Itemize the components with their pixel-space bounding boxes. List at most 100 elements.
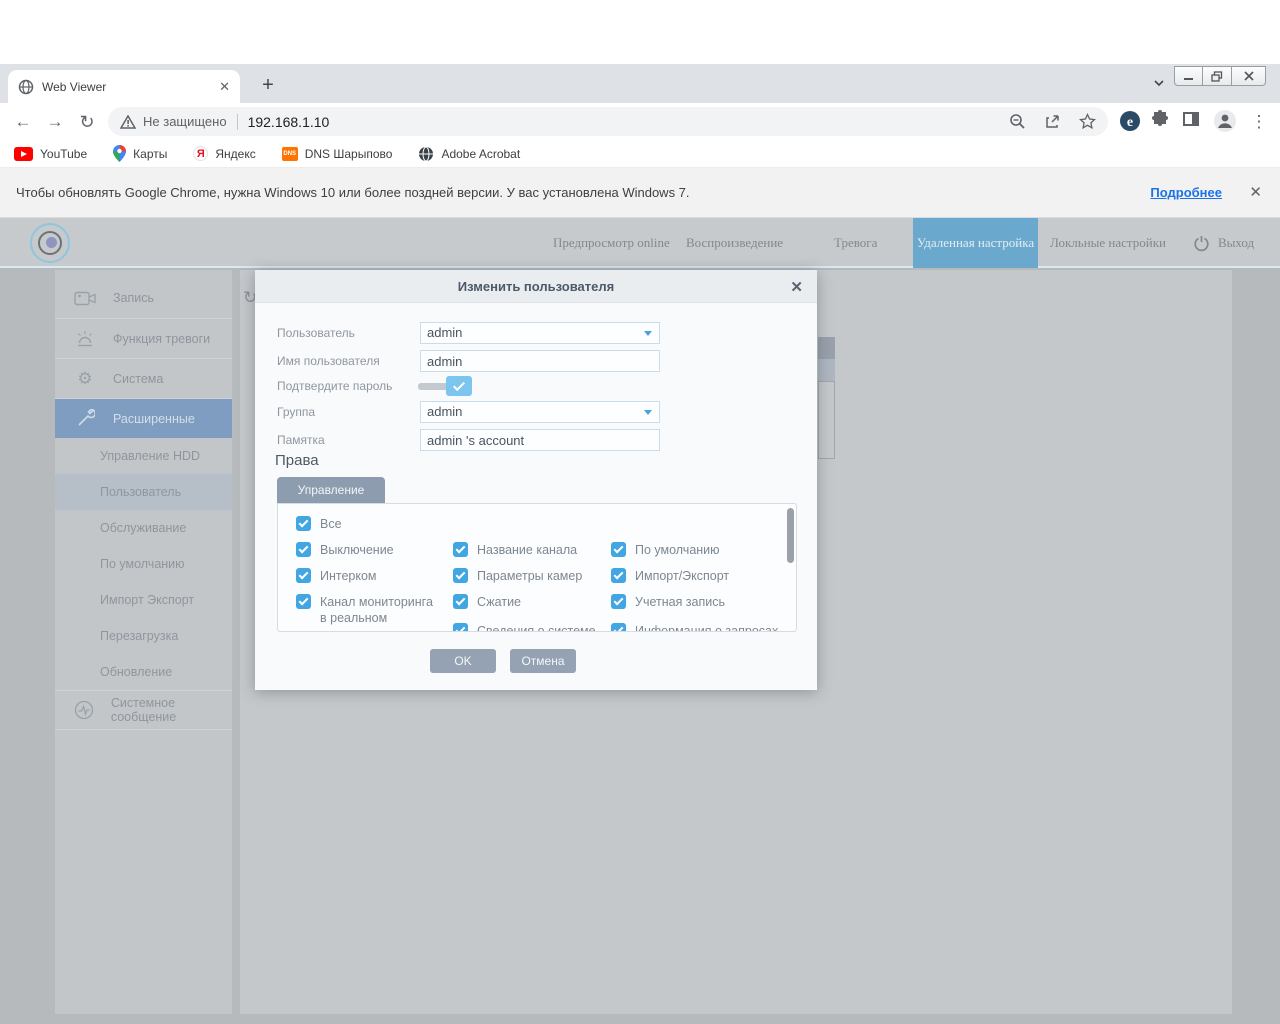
rights-heading: Права	[275, 452, 319, 469]
sidebar-item-reboot[interactable]: Перезагрузка	[55, 618, 232, 654]
checkbox-checked-icon[interactable]	[453, 623, 468, 632]
group-select[interactable]: admin	[420, 401, 660, 423]
dialog-close-icon[interactable]: ✕	[790, 278, 803, 296]
perm-import-export[interactable]: Импорт/Экспорт	[611, 568, 729, 584]
url-text[interactable]: 192.168.1.10	[248, 114, 991, 130]
cancel-button[interactable]: Отмена	[510, 649, 576, 673]
new-tab-button[interactable]: +	[254, 72, 282, 100]
perm-all[interactable]: Все	[296, 516, 342, 532]
svg-text:e: e	[1127, 115, 1133, 130]
rights-tab-management[interactable]: Управление	[277, 477, 385, 503]
tab-strip: Web Viewer ✕ +	[0, 64, 1280, 103]
nav-playback[interactable]: Воспроизведение	[686, 218, 783, 268]
checkbox-checked-icon[interactable]	[296, 516, 311, 531]
sidebar-item-advanced[interactable]: Расширенные	[55, 398, 232, 438]
alarm-icon	[73, 330, 97, 348]
checkbox-checked-icon[interactable]	[296, 568, 311, 583]
checkbox-checked-icon[interactable]	[611, 568, 626, 583]
memo-label: Памятка	[277, 433, 325, 447]
tab-title: Web Viewer	[42, 80, 219, 94]
checkbox-checked-icon[interactable]	[611, 623, 626, 632]
banner-close-icon[interactable]: ✕	[1249, 183, 1262, 201]
nav-preview-online[interactable]: Предпросмотр online	[553, 218, 670, 268]
tab-search-chevron-icon[interactable]	[1152, 76, 1166, 90]
memo-input[interactable]	[420, 429, 660, 451]
globe-favicon-icon	[18, 79, 34, 95]
checkbox-checked-icon[interactable]	[296, 594, 311, 609]
sidebar-item-import-export[interactable]: Импорт Экспорт	[55, 582, 232, 618]
extensions-puzzle-icon[interactable]	[1150, 109, 1176, 135]
share-icon[interactable]	[1044, 113, 1061, 130]
sidebar-item-record[interactable]: Запись	[55, 278, 232, 318]
not-secure-warning-icon	[120, 115, 136, 129]
youtube-icon	[14, 147, 33, 161]
sidebar-item-system[interactable]: ⚙ Система	[55, 358, 232, 398]
username-label: Имя пользователя	[277, 354, 380, 368]
checkbox-checked-icon[interactable]	[453, 542, 468, 557]
confirm-password-toggle[interactable]	[446, 376, 472, 396]
group-label: Группа	[277, 405, 315, 419]
user-table-header-sliver	[818, 337, 835, 359]
perm-system-info[interactable]: Сведения о системе	[453, 623, 596, 632]
ok-button[interactable]: OK	[430, 649, 496, 673]
bookmark-star-icon[interactable]	[1079, 113, 1096, 130]
minimize-button[interactable]	[1174, 66, 1203, 86]
restore-button[interactable]	[1203, 66, 1232, 86]
user-table-body-sliver	[818, 381, 835, 459]
checkbox-checked-icon[interactable]	[296, 542, 311, 557]
forward-button[interactable]: →	[42, 109, 68, 135]
wrench-icon	[73, 409, 97, 428]
perm-compression[interactable]: Сжатие	[453, 594, 521, 610]
nav-remote-settings[interactable]: Удаленная настройка	[913, 218, 1038, 268]
menu-dots-icon[interactable]: ⋮	[1246, 109, 1272, 135]
zoom-icon[interactable]	[1009, 113, 1026, 130]
bookmark-maps[interactable]: Карты	[113, 145, 167, 162]
sidebar-item-update[interactable]: Обновление	[55, 654, 232, 690]
back-button[interactable]: ←	[10, 109, 36, 135]
checkbox-checked-icon[interactable]	[611, 594, 626, 609]
side-panel-icon[interactable]	[1181, 109, 1207, 135]
perm-channel-name[interactable]: Название канала	[453, 542, 577, 558]
address-bar[interactable]: Не защищено 192.168.1.10	[108, 107, 1108, 136]
sidebar-item-hdd[interactable]: Управление HDD	[55, 438, 232, 474]
perm-account[interactable]: Учетная запись	[611, 594, 725, 610]
perm-live-monitoring[interactable]: Канал мониторинга в реальном времени	[296, 594, 440, 632]
username-input[interactable]	[420, 350, 660, 372]
edit-user-dialog: Изменить пользователя ✕ Пользователь adm…	[255, 270, 817, 690]
bookmark-yandex[interactable]: Я Яндекс	[193, 146, 255, 161]
browser-tab[interactable]: Web Viewer ✕	[8, 70, 240, 103]
sidebar-item-maintenance[interactable]: Обслуживание	[55, 510, 232, 546]
checkbox-checked-icon[interactable]	[611, 542, 626, 557]
sidebar-item-user[interactable]: Пользователь	[55, 474, 232, 510]
tab-close-icon[interactable]: ✕	[219, 79, 230, 95]
window-controls	[1174, 66, 1266, 86]
nav-alarm[interactable]: Тревога	[834, 218, 877, 268]
banner-learn-more-link[interactable]: Подробнее	[1150, 185, 1222, 200]
bookmark-dns[interactable]: DNS DNS Шарыпово	[282, 147, 393, 161]
checkbox-checked-icon[interactable]	[453, 568, 468, 583]
sidebar-item-alarm-function[interactable]: Функция тревоги	[55, 318, 232, 358]
perm-camera-params[interactable]: Параметры камер	[453, 568, 582, 584]
bookmark-youtube[interactable]: YouTube	[14, 147, 87, 161]
user-select[interactable]: admin	[420, 322, 660, 344]
bookmark-acrobat[interactable]: Adobe Acrobat	[418, 146, 520, 162]
security-label[interactable]: Не защищено	[143, 114, 227, 129]
power-icon	[1193, 235, 1210, 252]
app-nav-bar: Предпросмотр online Воспроизведение Трев…	[0, 218, 1280, 268]
permissions-scrollbar[interactable]	[787, 508, 794, 563]
sidebar-item-default[interactable]: По умолчанию	[55, 546, 232, 582]
sidebar-item-system-message[interactable]: Системное сообщение	[55, 690, 232, 730]
close-button[interactable]	[1232, 66, 1266, 86]
reload-button[interactable]: ↻	[74, 109, 100, 135]
dialog-title: Изменить пользователя	[255, 270, 817, 303]
perm-intercom[interactable]: Интерком	[296, 568, 377, 584]
checkbox-checked-icon[interactable]	[453, 594, 468, 609]
perm-shutdown[interactable]: Выключение	[296, 542, 394, 558]
perm-query-info[interactable]: Информация о запросах	[611, 623, 778, 632]
profile-avatar[interactable]	[1213, 109, 1239, 135]
extension-e-icon[interactable]: e	[1118, 109, 1144, 135]
confirm-password-toggle-track	[418, 383, 449, 390]
nav-local-settings[interactable]: Локльные настройки	[1050, 218, 1166, 268]
nav-logout[interactable]: Выход	[1193, 218, 1254, 268]
perm-default[interactable]: По умолчанию	[611, 542, 720, 558]
